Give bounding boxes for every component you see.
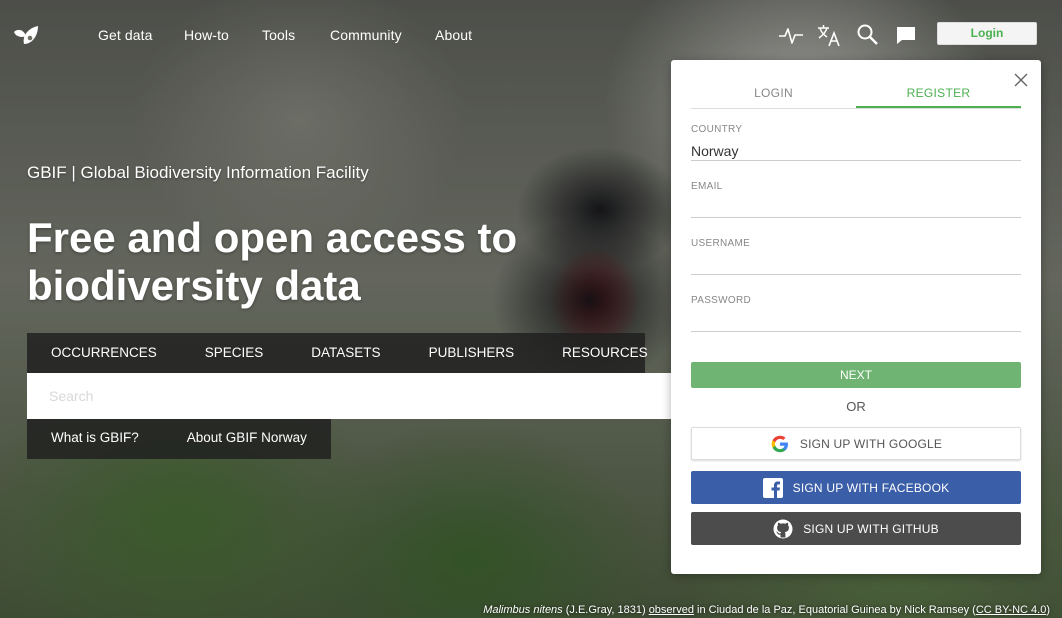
tab-publishers[interactable]: PUBLISHERS [405, 333, 539, 373]
google-signup-button[interactable]: SIGN UP WITH GOOGLE [691, 427, 1021, 460]
or-divider: OR [846, 399, 866, 414]
hero-headline: Free and open access to biodiversity dat… [27, 214, 518, 309]
feedback-icon[interactable] [893, 22, 919, 48]
facebook-signup-label: SIGN UP WITH FACEBOOK [792, 480, 950, 495]
search-type-tabs: OCCURRENCES SPECIES DATASETS PUBLISHERS … [27, 333, 648, 373]
tab-datasets[interactable]: DATASETS [287, 333, 404, 373]
facebook-icon [762, 477, 783, 498]
info-links: What is GBIF? About GBIF Norway [27, 419, 331, 459]
username-label: USERNAME [691, 238, 751, 249]
what-is-gbif-link[interactable]: What is GBIF? [27, 419, 163, 459]
credit-close-paren: ) [1046, 604, 1050, 616]
country-input[interactable] [691, 135, 1021, 161]
github-icon [773, 519, 793, 538]
password-label: PASSWORD [691, 295, 751, 306]
username-input[interactable] [691, 249, 1021, 275]
search-input[interactable] [27, 373, 677, 419]
credit-observed-link[interactable]: observed [649, 604, 694, 616]
github-signup-label: SIGN UP WITH GITHUB [803, 521, 939, 536]
photo-credit: Malimbus nitens (J.E.Gray, 1831) observe… [483, 604, 1050, 616]
nav-about[interactable]: About [435, 27, 472, 43]
password-input[interactable] [691, 306, 1021, 332]
email-field: EMAIL [691, 181, 1021, 218]
tab-resources[interactable]: RESOURCES [538, 333, 672, 373]
github-signup-button[interactable]: SIGN UP WITH GITHUB [691, 512, 1021, 545]
google-signup-label: SIGN UP WITH GOOGLE [799, 436, 943, 451]
about-gbif-norway-link[interactable]: About GBIF Norway [163, 419, 331, 459]
nav-get-data[interactable]: Get data [98, 27, 153, 43]
country-field: COUNTRY [691, 124, 1021, 161]
username-field: USERNAME [691, 238, 1021, 275]
credit-license-link[interactable]: CC BY-NC 4.0 [976, 604, 1047, 616]
login-button[interactable]: Login [937, 22, 1037, 45]
nav-how-to[interactable]: How-to [184, 27, 229, 43]
search-icon[interactable] [855, 22, 881, 48]
email-input[interactable] [691, 192, 1021, 218]
tab-login[interactable]: LOGIN [691, 84, 856, 108]
login-register-dialog: LOGIN REGISTER COUNTRY EMAIL USERNAME PA… [671, 60, 1041, 574]
credit-authority: (J.E.Gray, 1831) [562, 604, 649, 616]
next-button[interactable]: NEXT [691, 362, 1021, 388]
facebook-signup-button[interactable]: SIGN UP WITH FACEBOOK [691, 471, 1021, 504]
dialog-tabs: LOGIN REGISTER [691, 84, 1021, 109]
activity-icon[interactable] [778, 22, 804, 48]
nav-tools[interactable]: Tools [262, 27, 295, 43]
tab-register[interactable]: REGISTER [856, 84, 1021, 108]
google-icon [771, 435, 788, 452]
tab-occurrences[interactable]: OCCURRENCES [27, 333, 181, 373]
tab-species[interactable]: SPECIES [181, 333, 288, 373]
country-label: COUNTRY [691, 124, 743, 135]
email-label: EMAIL [691, 181, 723, 192]
translate-icon[interactable] [816, 22, 842, 48]
nav-community[interactable]: Community [330, 27, 402, 43]
password-field: PASSWORD [691, 295, 1021, 332]
gbif-logo-icon[interactable] [10, 20, 42, 50]
credit-species: Malimbus nitens [483, 604, 563, 616]
site-name: GBIF | Global Biodiversity Information F… [27, 163, 369, 182]
credit-location: in Ciudad de la Paz, Equatorial Guinea b… [693, 604, 976, 616]
